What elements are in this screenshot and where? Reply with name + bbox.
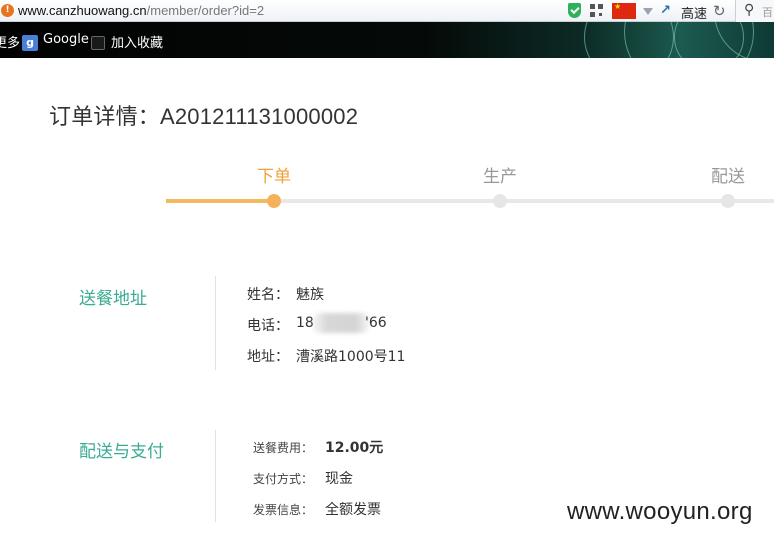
- address-bar[interactable]: ! www.canzhuowang.cn/member/order?id=2 ↗…: [0, 0, 774, 22]
- qr-code-icon[interactable]: [590, 4, 603, 17]
- step-delivery-dot: [721, 194, 735, 208]
- url-text[interactable]: www.canzhuowang.cn/member/order?id=2: [18, 3, 264, 18]
- payment-divider: [215, 430, 216, 522]
- google-icon[interactable]: g: [22, 35, 38, 51]
- fee-value: 12.00元: [325, 440, 384, 456]
- security-shield-icon[interactable]: [568, 3, 581, 18]
- delivery-divider: [215, 276, 216, 370]
- step-order-label: 下单: [257, 167, 291, 187]
- bookmark-more[interactable]: 更多: [0, 32, 20, 51]
- speed-mode-icon[interactable]: ↗: [660, 3, 671, 18]
- method-label: 支付方式：: [253, 472, 314, 486]
- invoice-value: 全额发票: [325, 502, 381, 518]
- china-flag-icon: [612, 2, 636, 19]
- search-icon[interactable]: ⚲: [744, 2, 754, 18]
- search-placeholder: 百: [762, 6, 773, 19]
- bookmarks-bar: 更多 Google 加入收藏: [0, 22, 774, 58]
- method-value: 现金: [325, 471, 353, 487]
- step-delivery-label: 配送: [711, 167, 745, 187]
- watermark-text: www.wooyun.org: [567, 498, 753, 525]
- reload-icon[interactable]: ↻: [713, 2, 726, 20]
- bookmark-google[interactable]: Google: [43, 32, 89, 47]
- name-value: 魅族: [296, 287, 324, 303]
- bookmarks-background-swirl: [564, 22, 774, 58]
- address-label: 地址：: [247, 349, 289, 365]
- progress-track-fill: [166, 199, 274, 203]
- speed-mode-label[interactable]: 高速: [681, 3, 707, 22]
- page-title: 订单详情：A201211131000002: [49, 104, 359, 129]
- step-production-dot: [493, 194, 507, 208]
- bookmark-folder-icon[interactable]: [91, 36, 105, 50]
- dropdown-arrow-icon[interactable]: [643, 8, 653, 15]
- search-box[interactable]: ⚲ 百: [735, 0, 774, 22]
- phone-redacted-blur: [312, 313, 370, 333]
- step-production-label: 生产: [483, 167, 517, 187]
- phone-suffix: '66: [365, 315, 387, 331]
- bookmark-add-favorite[interactable]: 加入收藏: [111, 32, 163, 51]
- delivery-section-title: 送餐地址: [79, 289, 147, 309]
- address-value: 漕溪路1000号11: [296, 349, 406, 365]
- payment-section-title: 配送与支付: [79, 442, 164, 462]
- site-favicon-icon: !: [1, 4, 14, 17]
- url-path: /member/order?id=2: [146, 3, 265, 18]
- url-host: www.canzhuowang.cn: [18, 3, 147, 18]
- fee-label: 送餐费用：: [253, 441, 314, 455]
- invoice-label: 发票信息：: [253, 503, 314, 517]
- name-label: 姓名：: [247, 287, 289, 303]
- phone-label: 电话：: [247, 318, 289, 334]
- step-order-dot: [267, 194, 281, 208]
